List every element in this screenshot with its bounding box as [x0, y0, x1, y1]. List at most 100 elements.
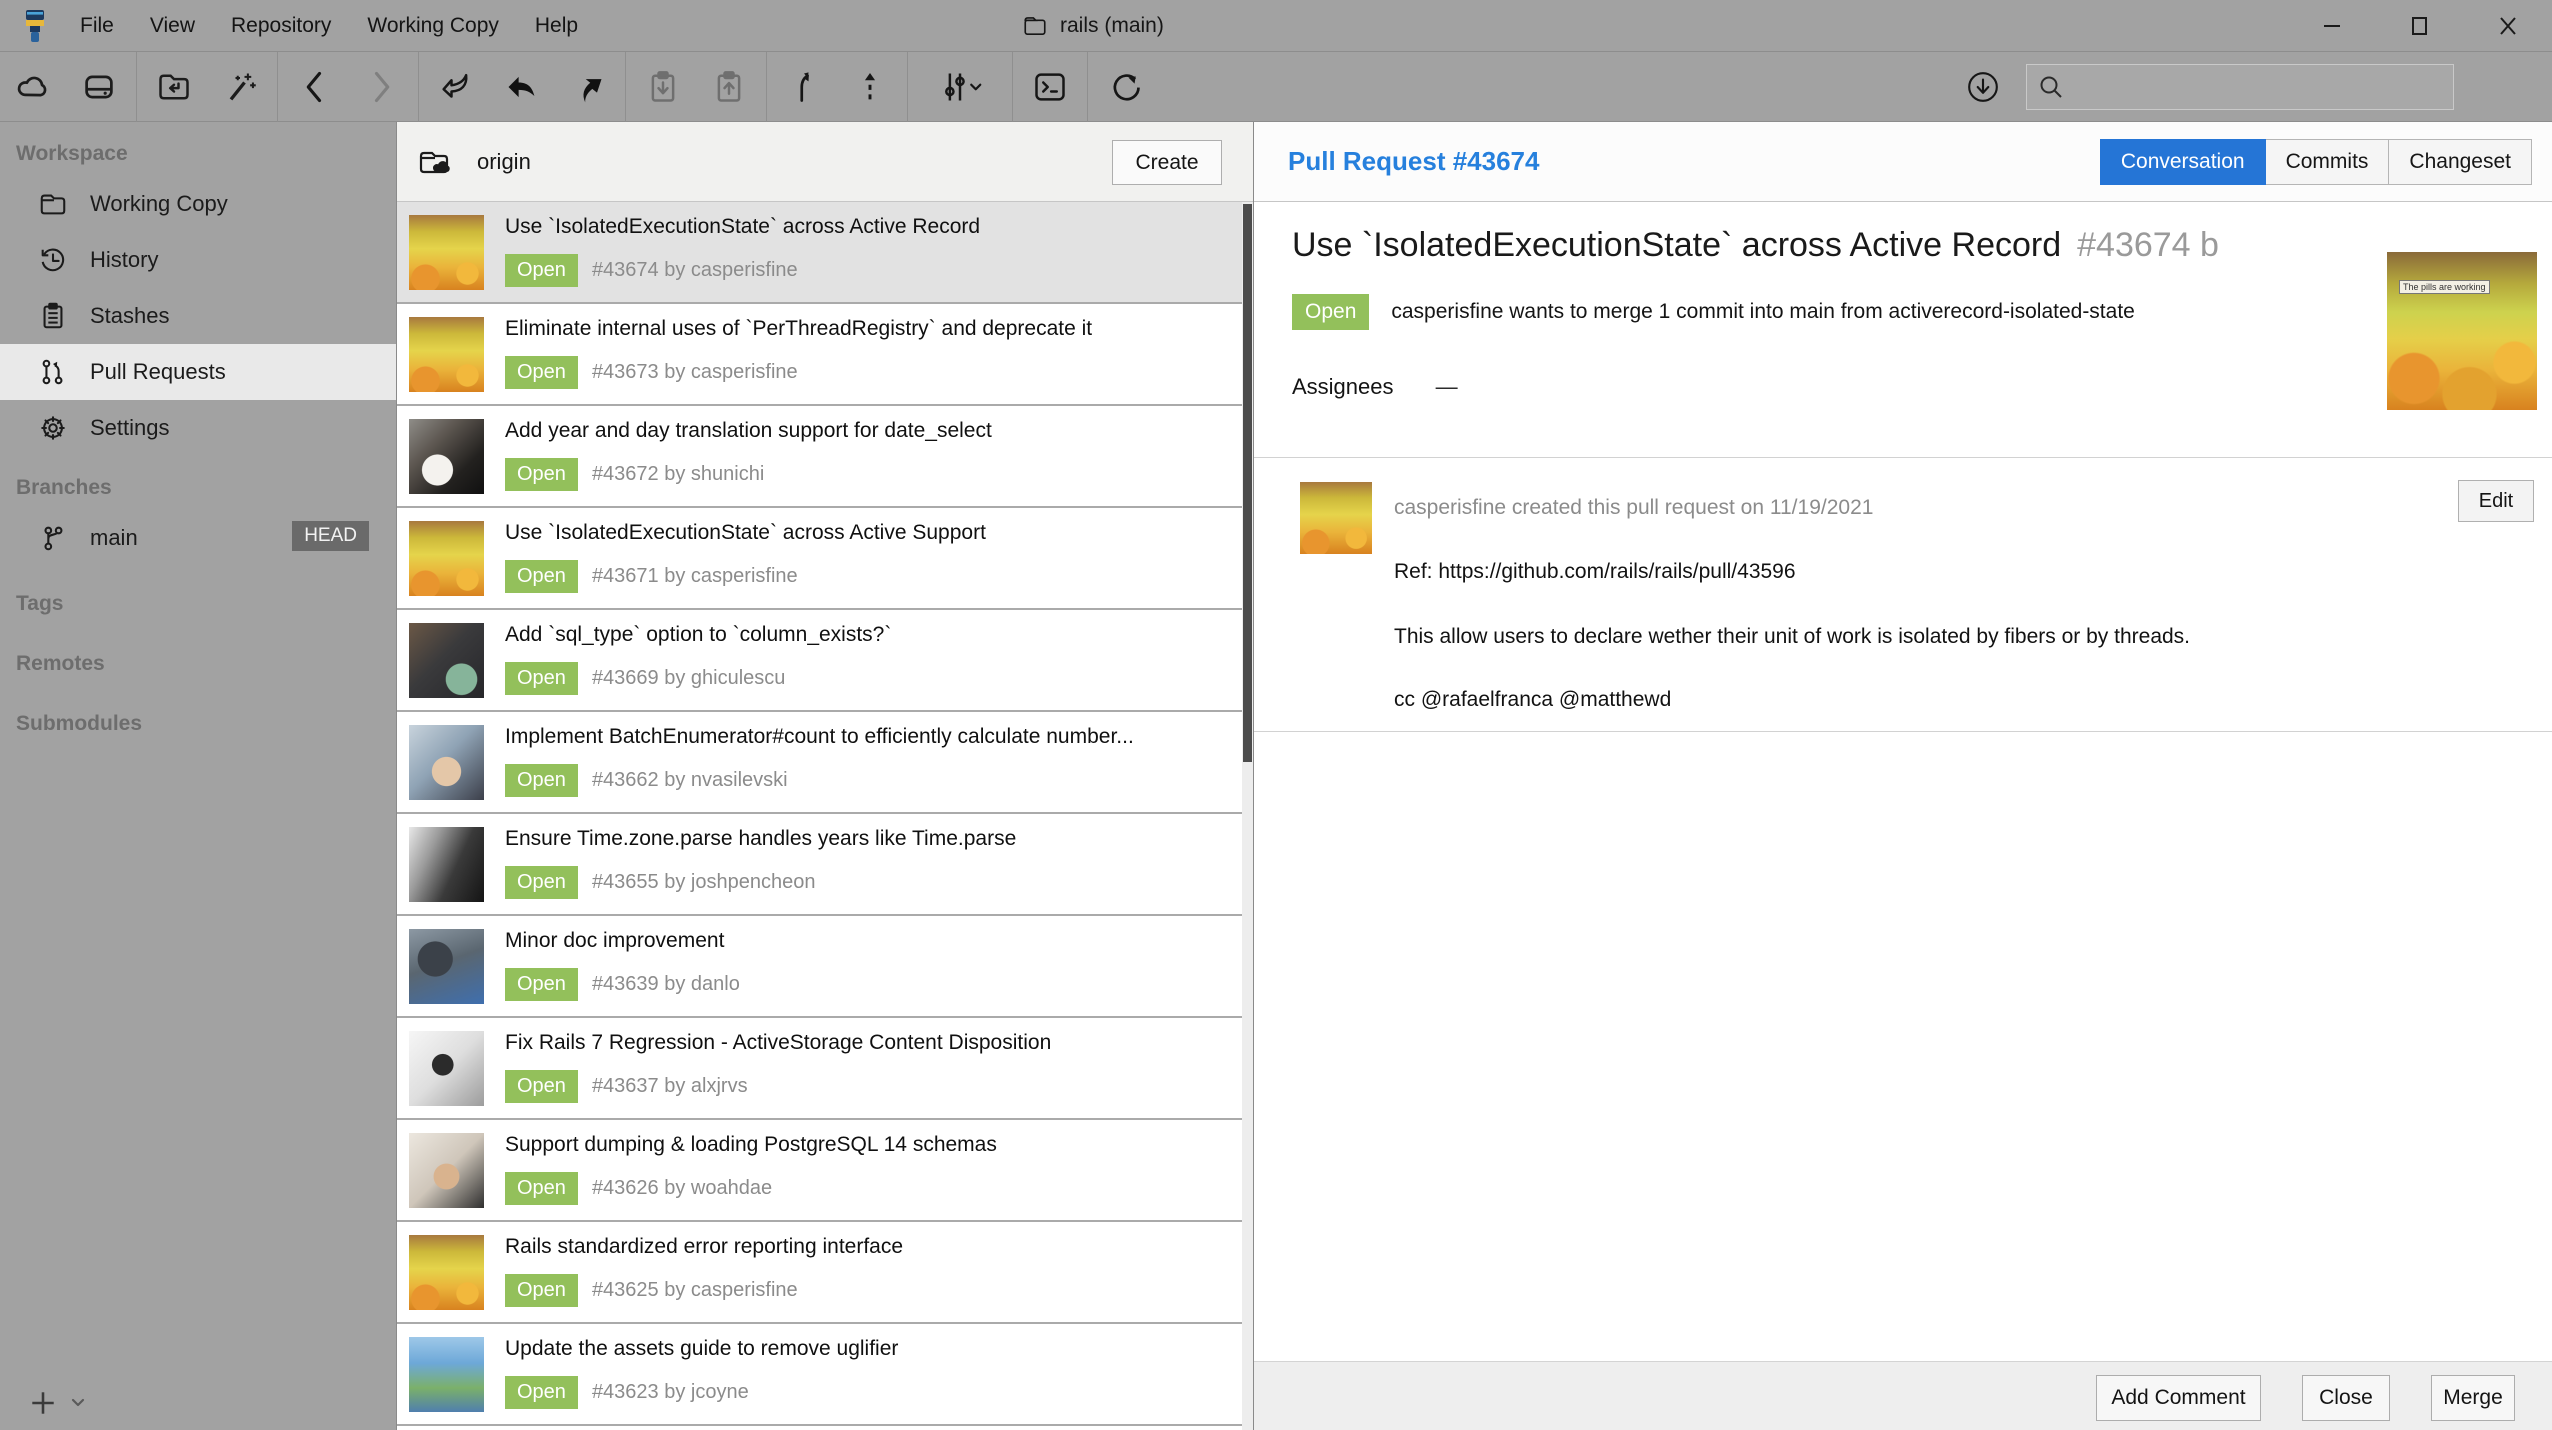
- tab-commits[interactable]: Commits: [2266, 139, 2390, 185]
- chevron-down-icon[interactable]: [68, 1393, 88, 1413]
- comment-byline: casperisfine created this pull request o…: [1394, 496, 1873, 520]
- toolbar-separator: [136, 52, 137, 122]
- status-badge: Open: [505, 458, 578, 491]
- submodules-section-header[interactable]: Submodules: [0, 686, 396, 746]
- forward-icon: [363, 69, 399, 105]
- scrollbar-thumb[interactable]: [1243, 204, 1252, 762]
- pull-request-row[interactable]: Add year and day translation support for…: [397, 406, 1253, 508]
- minimize-icon: [2321, 15, 2343, 37]
- avatar: [409, 1337, 484, 1412]
- stash-button[interactable]: [630, 52, 696, 122]
- pull-request-row[interactable]: Ensure Time.zone.parse handles years lik…: [397, 814, 1253, 916]
- search-input[interactable]: [2026, 64, 2454, 110]
- pr-title: Implement BatchEnumerator#count to effic…: [505, 725, 1233, 749]
- tags-section-header[interactable]: Tags: [0, 566, 396, 626]
- pull-button[interactable]: [489, 52, 555, 122]
- branches-section-header[interactable]: Branches: [0, 456, 396, 510]
- pull-request-row[interactable]: Fix Rails 7 Regression - ActiveStorage C…: [397, 1018, 1253, 1120]
- pull-request-list-panel: origin Create Use `IsolatedExecutionStat…: [396, 122, 1254, 1430]
- avatar: [409, 317, 484, 392]
- detail-tabs: Conversation Commits Changeset: [2100, 139, 2532, 185]
- pop-stash-button[interactable]: [696, 52, 762, 122]
- pull-request-row[interactable]: Update the assets guide to remove uglifi…: [397, 1324, 1253, 1426]
- pr-title: Rails standardized error reporting inter…: [505, 1235, 1233, 1259]
- pull-request-row[interactable]: Rails standardized error reporting inter…: [397, 1222, 1253, 1324]
- open-repo-icon: [156, 69, 192, 105]
- maximize-icon: [2409, 15, 2431, 37]
- comment-line: Ref: https://github.com/rails/rails/pull…: [1394, 560, 1796, 584]
- add-repository-icon[interactable]: [28, 1388, 58, 1418]
- stash-icon: [645, 69, 681, 105]
- menu-file[interactable]: File: [66, 8, 128, 44]
- branch-icon: [38, 523, 68, 553]
- status-badge: Open: [505, 662, 578, 695]
- folder-icon: [1022, 13, 1048, 39]
- menu-help[interactable]: Help: [521, 8, 592, 44]
- menu-view[interactable]: View: [136, 8, 209, 44]
- window-controls: [2288, 0, 2552, 52]
- back-button[interactable]: [282, 52, 348, 122]
- add-comment-button[interactable]: Add Comment: [2096, 1375, 2261, 1421]
- compare-branches-button[interactable]: [912, 52, 1008, 122]
- sidebar-item-branch-main[interactable]: main HEAD: [0, 510, 396, 566]
- close-pr-button[interactable]: Close: [2302, 1375, 2390, 1421]
- toolbar-right: [1966, 52, 2552, 122]
- comment-avatar: [1300, 482, 1372, 554]
- fetch-button[interactable]: [423, 52, 489, 122]
- open-repo-button[interactable]: [141, 52, 207, 122]
- pr-title: Use `IsolatedExecutionState` across Acti…: [505, 521, 1233, 545]
- pull-request-row[interactable]: Add `sql_type` option to `column_exists?…: [397, 610, 1253, 712]
- pull-request-row[interactable]: Eliminate internal uses of `PerThreadReg…: [397, 304, 1253, 406]
- pr-meta: #43625 by casperisfine: [592, 1279, 798, 1302]
- menu-repository[interactable]: Repository: [217, 8, 345, 44]
- drive-button[interactable]: [66, 52, 132, 122]
- remotes-section-header[interactable]: Remotes: [0, 626, 396, 686]
- maximize-button[interactable]: [2376, 0, 2464, 52]
- toolbar-separator: [907, 52, 908, 122]
- refresh-button[interactable]: [1092, 52, 1158, 122]
- pull-request-row[interactable]: Use `IsolatedExecutionState` across Acti…: [397, 202, 1253, 304]
- sidebar-item-stashes[interactable]: Stashes: [0, 288, 396, 344]
- remote-name: origin: [477, 149, 531, 175]
- sidebar-item-settings[interactable]: Settings: [0, 400, 396, 456]
- pull-request-row[interactable]: Implement BatchEnumerator#count to effic…: [397, 712, 1253, 814]
- sidebar-item-pull-requests[interactable]: Pull Requests: [0, 344, 396, 400]
- sidebar-item-label: Working Copy: [90, 191, 228, 217]
- list-scrollbar[interactable]: [1242, 202, 1253, 1430]
- gear-icon: [38, 413, 68, 443]
- create-button[interactable]: Create: [1112, 140, 1222, 185]
- edit-button[interactable]: Edit: [2458, 480, 2534, 522]
- cloud-button[interactable]: [0, 52, 66, 122]
- pr-title: Add `sql_type` option to `column_exists?…: [505, 623, 1233, 647]
- pull-request-row[interactable]: Use `IsolatedExecutionState` across Acti…: [397, 508, 1253, 610]
- forward-button[interactable]: [348, 52, 414, 122]
- menu-working-copy[interactable]: Working Copy: [353, 8, 513, 44]
- back-icon: [297, 69, 333, 105]
- quick-launch-button[interactable]: [207, 52, 273, 122]
- assignees-label: Assignees: [1292, 374, 1394, 399]
- minimize-button[interactable]: [2288, 0, 2376, 52]
- tab-changeset[interactable]: Changeset: [2389, 139, 2532, 185]
- pull-request-row[interactable]: Minor doc improvement Open#43639 by danl…: [397, 916, 1253, 1018]
- push-button[interactable]: [555, 52, 621, 122]
- pull-request-detail-panel: Pull Request #43674 Conversation Commits…: [1254, 122, 2552, 1430]
- download-icon[interactable]: [1966, 70, 2000, 104]
- merge-button[interactable]: Merge: [2431, 1375, 2515, 1421]
- create-branch-button[interactable]: [771, 52, 837, 122]
- pr-title: Use `IsolatedExecutionState` across Acti…: [505, 215, 1233, 239]
- cherry-pick-button[interactable]: [837, 52, 903, 122]
- toolbar-separator: [766, 52, 767, 122]
- detail-footer: Add Comment Close Merge: [1254, 1361, 2552, 1430]
- compare-branches-icon: [935, 69, 985, 105]
- pull-request-row[interactable]: Support dumping & loading PostgreSQL 14 …: [397, 1120, 1253, 1222]
- close-button[interactable]: [2464, 0, 2552, 52]
- pr-meta: #43672 by shunichi: [592, 463, 764, 486]
- sidebar-item-history[interactable]: History: [0, 232, 396, 288]
- terminal-button[interactable]: [1017, 52, 1083, 122]
- sidebar-item-working-copy[interactable]: Working Copy: [0, 176, 396, 232]
- terminal-icon: [1032, 69, 1068, 105]
- sidebar-item-label: Settings: [90, 415, 170, 441]
- pr-title: Minor doc improvement: [505, 929, 1233, 953]
- tab-conversation[interactable]: Conversation: [2100, 139, 2266, 185]
- menu-bar: File View Repository Working Copy Help: [66, 8, 592, 44]
